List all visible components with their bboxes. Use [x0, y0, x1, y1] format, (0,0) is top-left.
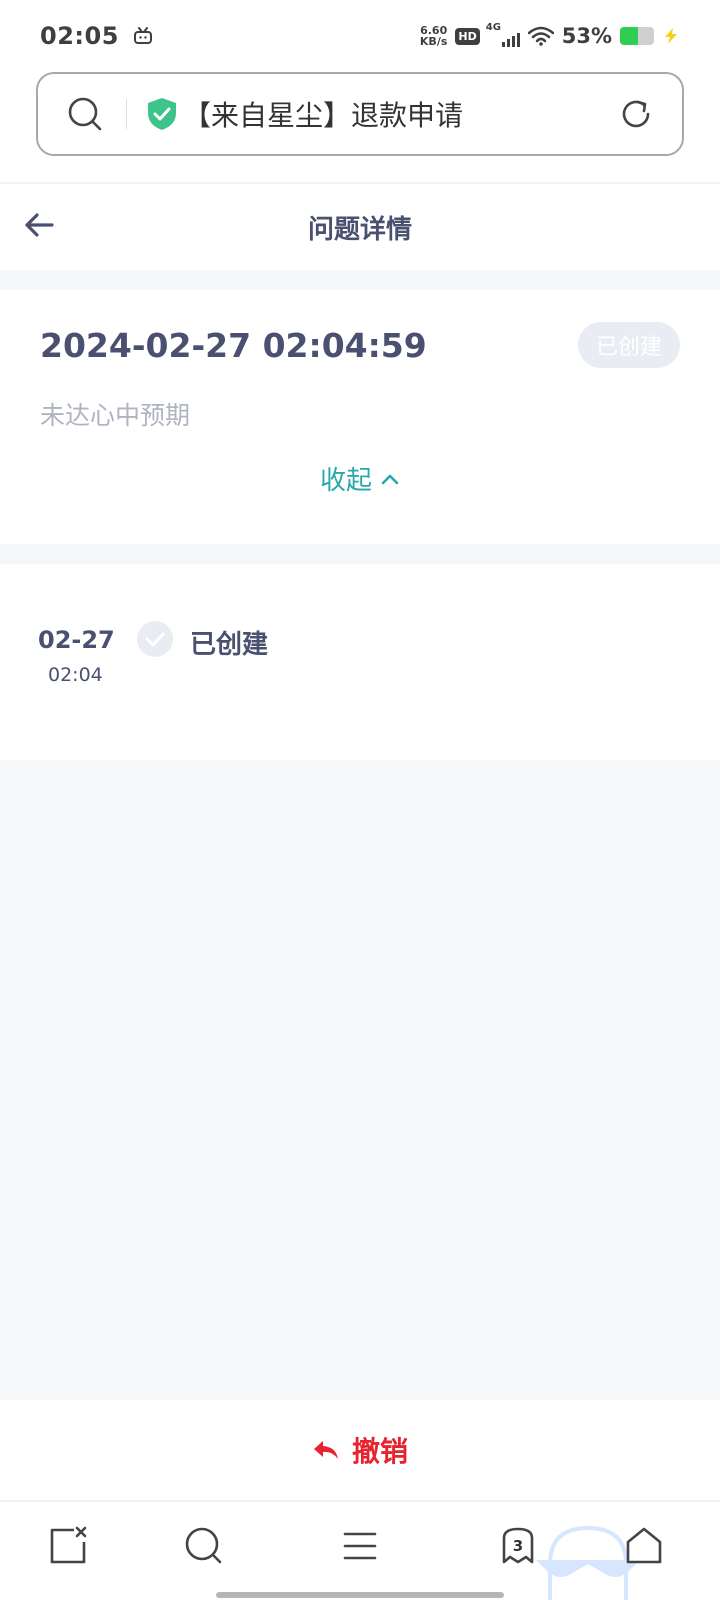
- tabs-button[interactable]: 3: [496, 1524, 540, 1568]
- status-right: 6.60 KB/s HD 4G 53%: [420, 22, 680, 48]
- section-gap: [0, 270, 720, 290]
- refresh-icon[interactable]: [618, 96, 654, 132]
- signal-icon: 4G: [485, 22, 520, 47]
- hd-badge: HD: [455, 27, 480, 45]
- status-time: 02:05: [40, 22, 119, 50]
- page-title: 问题详情: [307, 214, 412, 245]
- tabs-count: 3: [512, 1537, 524, 1555]
- battery-fill: [620, 27, 639, 45]
- network-type: 4G: [485, 22, 501, 33]
- battery-percent: 53%: [561, 24, 612, 48]
- chevron-up-icon: [381, 474, 399, 484]
- page-header: 问题详情: [0, 184, 720, 270]
- timeline-date: 02-27: [38, 626, 115, 654]
- timeline-time: 02:04: [48, 664, 103, 686]
- timeline-status: 已创建: [190, 630, 269, 660]
- menu-icon[interactable]: [338, 1524, 382, 1568]
- collapse-button[interactable]: 收起: [0, 460, 720, 497]
- network-speed-unit: KB/s: [419, 35, 448, 48]
- address-bar[interactable]: 【来自星尘】退款申请: [36, 72, 684, 156]
- wifi-icon: [527, 26, 554, 46]
- network-speed: 6.60 KB/s: [420, 25, 447, 47]
- charging-icon: [665, 28, 677, 44]
- back-arrow-icon[interactable]: [22, 208, 56, 242]
- section-gap: [0, 544, 720, 564]
- shield-check-icon: [148, 98, 176, 130]
- address-divider: [126, 99, 127, 129]
- home-icon[interactable]: [622, 1524, 666, 1568]
- search-icon[interactable]: [66, 95, 104, 133]
- status-badge: 已创建: [577, 322, 680, 368]
- empty-area: [0, 760, 720, 1400]
- issue-reason: 未达心中预期: [40, 401, 191, 430]
- issue-card: 2024-02-27 02:04:59 已创建 未达心中预期 收起: [0, 290, 720, 544]
- status-left: 02:05: [40, 22, 153, 50]
- revoke-label: 撤销: [351, 1435, 408, 1468]
- revoke-button[interactable]: 撤销: [312, 1430, 408, 1470]
- reply-arrow-icon: [313, 1441, 338, 1459]
- timeline: 02-27 02:04 已创建: [0, 564, 720, 760]
- address-title[interactable]: 【来自星尘】退款申请: [183, 94, 618, 134]
- bottom-nav: 3: [0, 1502, 720, 1600]
- collapse-label: 收起: [319, 466, 372, 496]
- search-icon[interactable]: [182, 1524, 226, 1568]
- status-bar: 02:05 6.60 KB/s HD 4G 53%: [0, 0, 720, 72]
- issue-datetime: 2024-02-27 02:04:59: [40, 326, 427, 365]
- battery-icon: [620, 27, 654, 45]
- action-bar: 撤销: [0, 1400, 720, 1500]
- check-circle-icon: [137, 621, 173, 657]
- home-indicator[interactable]: [216, 1592, 504, 1598]
- close-tab-icon[interactable]: [46, 1524, 90, 1568]
- tv-icon: [133, 27, 152, 44]
